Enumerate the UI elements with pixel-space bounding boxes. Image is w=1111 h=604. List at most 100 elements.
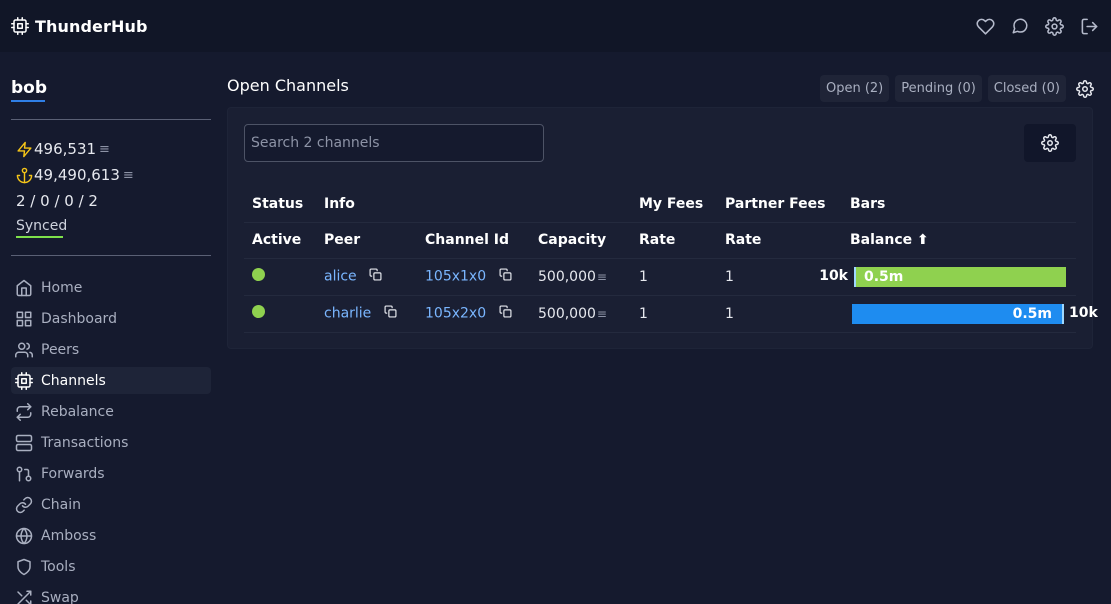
column-group-my-fees: My Fees: [631, 186, 717, 223]
user-name[interactable]: bob: [11, 78, 47, 98]
sats-symbol: ≡: [122, 167, 134, 183]
column-header-capacity[interactable]: Capacity: [530, 222, 631, 259]
status-cell: [244, 295, 316, 333]
search-input[interactable]: [244, 124, 544, 162]
server-icon: [15, 434, 33, 452]
sync-status-underline: [16, 236, 63, 238]
copy-icon[interactable]: [384, 305, 397, 322]
anchor-icon: [16, 167, 33, 184]
lightning-balance-value: 496,531: [34, 140, 97, 158]
peer-counts: 2 / 0 / 0 / 2: [16, 192, 98, 210]
balance-bar: 10k 0.5m: [819, 266, 1066, 287]
sats-symbol: ≡: [596, 306, 607, 321]
sidebar-item-amboss[interactable]: Amboss: [11, 522, 211, 549]
remote-balance-label: 10k: [1069, 304, 1098, 321]
status-active-dot: [252, 305, 265, 318]
sidebar-item-rebalance[interactable]: Rebalance: [11, 398, 211, 425]
status-active-dot: [252, 268, 265, 281]
header-actions: [976, 16, 1099, 36]
capacity-cell: 500,000≡: [530, 295, 631, 333]
sidebar-nav: Home Dashboard Peers Channels Rebalance …: [11, 274, 211, 604]
sidebar-item-label: Swap: [41, 589, 79, 604]
sidebar-item-label: Tools: [41, 558, 76, 575]
filter-closed-button[interactable]: Closed (0): [987, 75, 1066, 102]
heart-icon[interactable]: [976, 17, 995, 36]
shuffle-icon: [15, 589, 33, 604]
user-underline: [11, 100, 45, 102]
gear-icon: [1041, 134, 1059, 152]
sidebar-item-chain[interactable]: Chain: [11, 491, 211, 518]
channels-card: Status Info My Fees Partner Fees Bars Ac…: [227, 107, 1098, 349]
sidebar-item-home[interactable]: Home: [11, 274, 211, 301]
gear-icon[interactable]: [1076, 79, 1094, 98]
filter-open-button[interactable]: Open (2): [819, 75, 890, 102]
sidebar-item-label: Transactions: [41, 434, 129, 451]
home-icon: [15, 279, 33, 297]
column-header-active[interactable]: Active: [244, 222, 316, 259]
sats-symbol: ≡: [596, 269, 607, 284]
sidebar-item-transactions[interactable]: Transactions: [11, 429, 211, 456]
channel-id-link[interactable]: 105x2x0: [425, 306, 486, 322]
table-row[interactable]: alice 105x1x0 500,000≡ 1 1 10k 0.5m: [244, 258, 1076, 296]
table-settings-button[interactable]: [1024, 124, 1076, 162]
status-cell: [244, 258, 316, 296]
cpu-icon: [11, 17, 29, 35]
sidebar-divider: [11, 255, 211, 256]
peer-link[interactable]: charlie: [324, 306, 371, 322]
column-header-my-rate[interactable]: Rate: [631, 222, 717, 259]
lightning-balance: 496,531 ≡: [16, 140, 110, 158]
column-header-peer[interactable]: Peer: [316, 222, 417, 259]
gear-icon[interactable]: [1045, 16, 1064, 36]
sidebar: bob 496,531 ≡ 49,490,613 ≡ 2 / 0 / 0 / 2…: [0, 52, 222, 604]
sidebar-divider: [11, 119, 211, 120]
sync-status: Synced: [16, 218, 68, 234]
column-header-channel-id[interactable]: Channel Id: [417, 222, 530, 259]
sidebar-item-tools[interactable]: Tools: [11, 553, 211, 580]
local-balance-label: 10k: [819, 267, 848, 284]
table-header-row: Active Peer Channel Id Capacity Rate Rat…: [244, 222, 1076, 259]
cpu-icon: [15, 371, 33, 390]
balance-bar-divider: [1062, 303, 1064, 324]
filter-pending-button[interactable]: Pending (0): [895, 75, 982, 102]
sidebar-item-label: Forwards: [41, 465, 105, 482]
sidebar-item-label: Amboss: [41, 527, 97, 544]
copy-icon[interactable]: [499, 305, 512, 322]
channel-id-link[interactable]: 105x1x0: [425, 269, 486, 285]
remote-balance-label: 0.5m: [864, 268, 904, 285]
capacity-cell: 500,000≡: [530, 258, 631, 296]
sidebar-item-swap[interactable]: Swap: [11, 584, 211, 604]
sidebar-item-forwards[interactable]: Forwards: [11, 460, 211, 487]
sidebar-item-channels[interactable]: Channels: [11, 367, 211, 394]
channels-table: Status Info My Fees Partner Fees Bars Ac…: [244, 186, 1098, 333]
sidebar-item-label: Dashboard: [41, 310, 117, 327]
my-rate-cell: 1: [631, 295, 717, 333]
copy-icon[interactable]: [499, 268, 512, 285]
column-header-balance[interactable]: Balance ⬆: [842, 222, 1076, 259]
column-group-empty: [417, 186, 530, 223]
chat-icon[interactable]: [1011, 17, 1029, 35]
table-row[interactable]: charlie 105x2x0 500,000≡ 1 1 0.5m 10k: [244, 295, 1098, 333]
channel-id-cell: 105x2x0: [417, 295, 530, 333]
sats-symbol: ≡: [99, 141, 110, 157]
link-icon: [15, 496, 33, 514]
brand[interactable]: ThunderHub: [11, 17, 148, 36]
column-group-info: Info: [316, 186, 417, 223]
column-header-partner-rate[interactable]: Rate: [717, 222, 842, 259]
channel-id-cell: 105x1x0: [417, 258, 530, 296]
users-icon: [15, 341, 33, 359]
brand-name: ThunderHub: [35, 16, 148, 36]
logout-icon[interactable]: [1080, 17, 1099, 36]
capacity-value: 500,000: [538, 305, 596, 322]
peer-link[interactable]: alice: [324, 269, 357, 285]
sidebar-item-dashboard[interactable]: Dashboard: [11, 305, 211, 332]
partner-rate-cell: 1: [717, 295, 842, 333]
sidebar-item-label: Chain: [41, 496, 81, 513]
balance-cell: 10k 0.5m: [819, 258, 1076, 296]
channel-filters: Open (2) Pending (0) Closed (0): [819, 75, 1094, 102]
balance-bar: 0.5m 10k: [850, 303, 1098, 324]
chain-balance: 49,490,613 ≡: [16, 166, 134, 184]
sidebar-item-label: Home: [41, 279, 83, 296]
sidebar-item-peers[interactable]: Peers: [11, 336, 211, 363]
peer-cell: charlie: [316, 295, 417, 333]
copy-icon[interactable]: [369, 268, 382, 285]
